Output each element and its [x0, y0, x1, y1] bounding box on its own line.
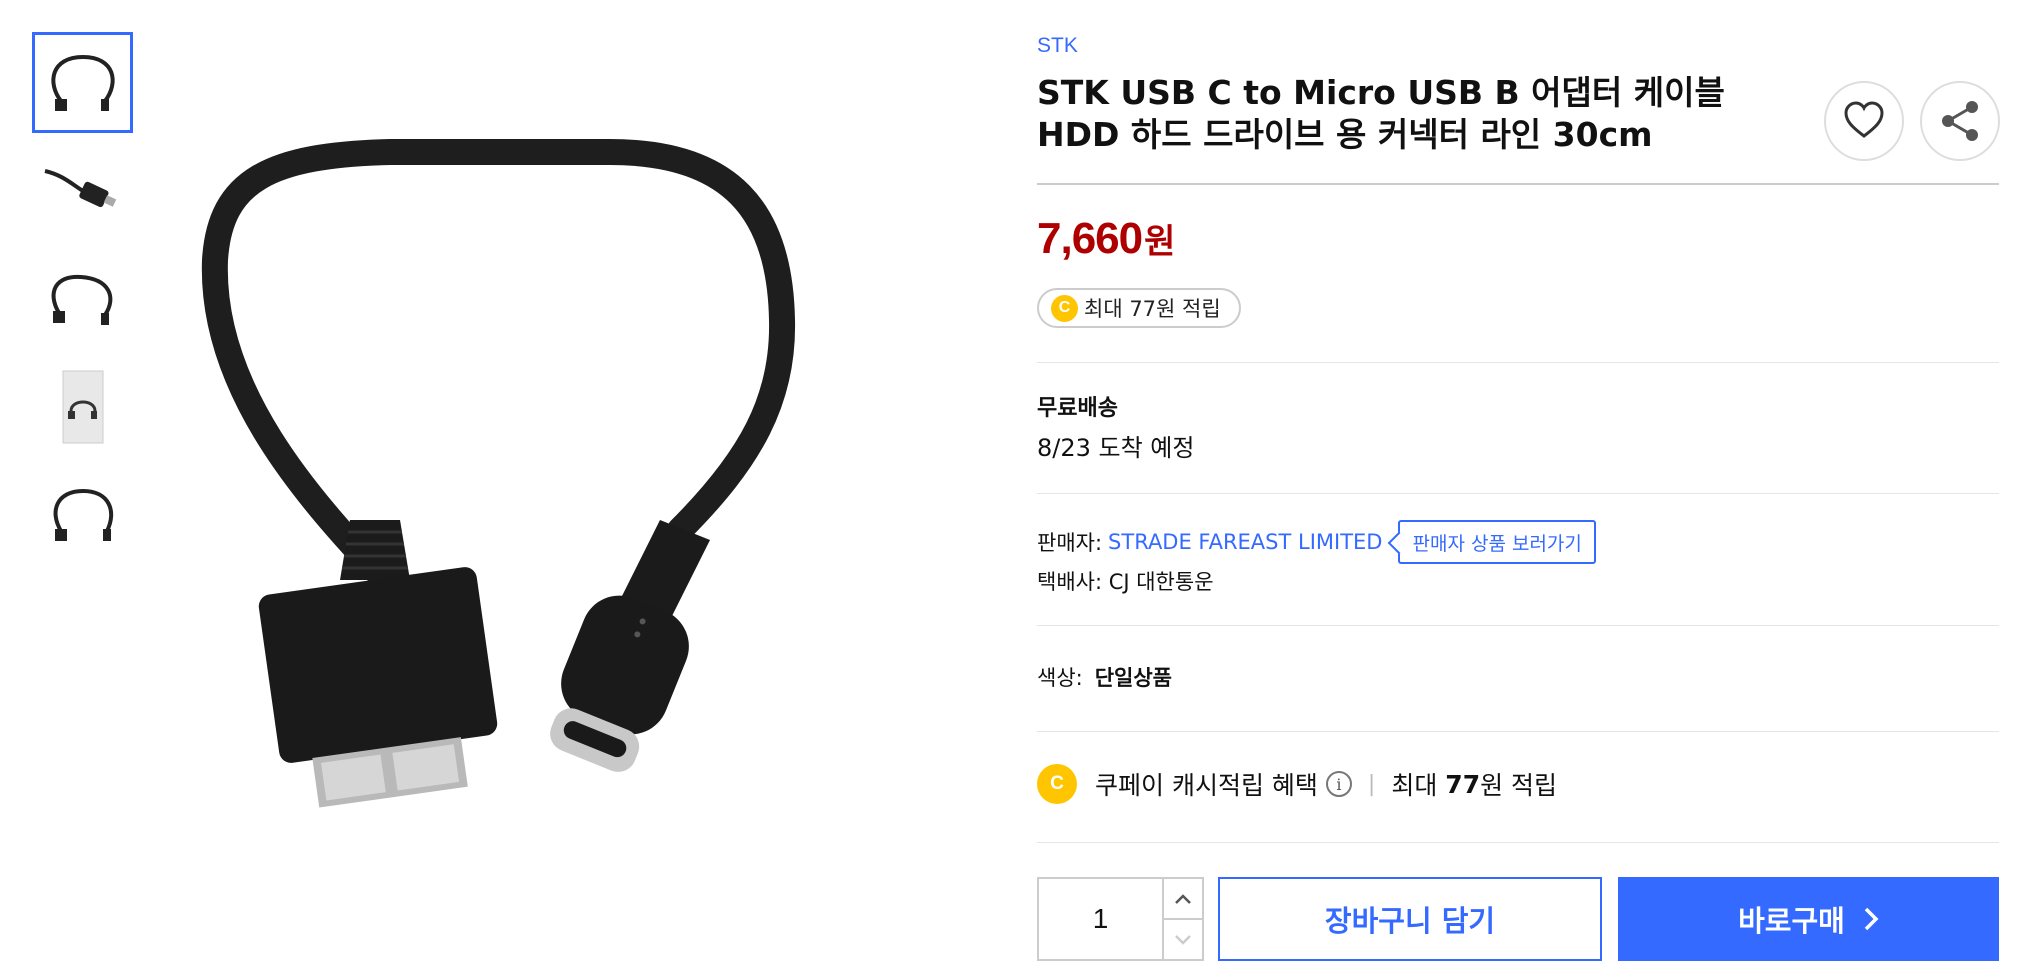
cashback-suffix: 원 적립: [1480, 771, 1558, 800]
thumbnail-5[interactable]: [32, 464, 133, 565]
add-to-cart-button[interactable]: 장바구니 담기: [1218, 877, 1602, 961]
quantity-stepper: [1037, 877, 1204, 961]
main-product-image: [190, 60, 980, 820]
option-value: 단일상품: [1094, 666, 1172, 690]
divider: [1037, 625, 1999, 626]
seller-row: 판매자: STRADE FAREAST LIMITED 판매자 상품 보러가기: [1037, 520, 1596, 564]
info-icon[interactable]: i: [1325, 771, 1352, 797]
option-label: 색상:: [1037, 666, 1083, 690]
coin-icon: C: [1051, 294, 1078, 322]
favorite-button[interactable]: [1824, 81, 1904, 161]
cashback-amount: 77: [1445, 769, 1481, 799]
chevron-up-icon: [1175, 893, 1191, 904]
cable-thumbnail-image: [51, 274, 112, 325]
quantity-decrease-button[interactable]: [1164, 920, 1202, 959]
cashback-title: 쿠페이 캐시적립 혜택: [1095, 771, 1318, 800]
seller-label: 판매자:: [1037, 531, 1103, 555]
separator: |: [1367, 771, 1376, 797]
shipping-title: 무료배송: [1037, 396, 1118, 421]
seller-name-link[interactable]: STRADE FAREAST LIMITED: [1108, 530, 1382, 554]
divider: [1037, 842, 1999, 843]
delivery-date: 8/23 도착 예정: [1037, 434, 1195, 462]
connector-thumbnail-image: [44, 168, 116, 207]
package-thumbnail-image: [62, 370, 103, 443]
product-price: 7,660원: [1037, 214, 1175, 264]
seller-products-button[interactable]: 판매자 상품 보러가기: [1398, 520, 1596, 564]
cable-thumbnail-image: [50, 54, 115, 111]
divider: [1037, 183, 1999, 185]
share-button[interactable]: [1920, 81, 2000, 161]
chevron-down-icon: [1175, 934, 1191, 945]
thumbnail-2[interactable]: [32, 140, 133, 241]
thumbnail-3[interactable]: [32, 248, 133, 349]
product-title: STK USB C to Micro USB B 어댑터 케이블 HDD 하드 …: [1037, 73, 1725, 154]
buy-now-label: 바로구매: [1738, 904, 1845, 938]
courier-info: 택배사: CJ 대한통운: [1037, 570, 1214, 594]
thumbnail-list: [32, 32, 133, 572]
thumbnail-1[interactable]: [32, 32, 133, 133]
thumbnail-4[interactable]: [32, 356, 133, 457]
option-row: 색상: 단일상품: [1037, 662, 1172, 692]
cashback-prefix: 최대: [1391, 771, 1438, 800]
share-icon: [1942, 101, 1978, 141]
price-currency: 원: [1144, 223, 1176, 261]
cash-reward-text: 최대 77원 적립: [1084, 297, 1221, 321]
coin-icon: C: [1037, 764, 1077, 804]
quantity-input[interactable]: [1039, 879, 1164, 959]
buy-now-button[interactable]: 바로구매: [1618, 877, 1999, 961]
brand-link[interactable]: STK: [1037, 34, 1078, 58]
cable-thumbnail-image: [53, 488, 113, 541]
heart-icon: [1844, 101, 1884, 138]
cash-reward-badge: C 최대 77원 적립: [1037, 288, 1241, 328]
divider: [1037, 362, 1999, 363]
chevron-right-icon: [1864, 907, 1879, 931]
divider: [1037, 493, 1999, 494]
quantity-increase-button[interactable]: [1164, 879, 1202, 920]
quantity-buttons: [1164, 879, 1202, 959]
cashback-benefit: C 쿠페이 캐시적립 혜택 i | 최대 77 원 적립: [1037, 764, 1557, 804]
price-value: 7,660: [1037, 214, 1143, 263]
divider: [1037, 731, 1999, 732]
